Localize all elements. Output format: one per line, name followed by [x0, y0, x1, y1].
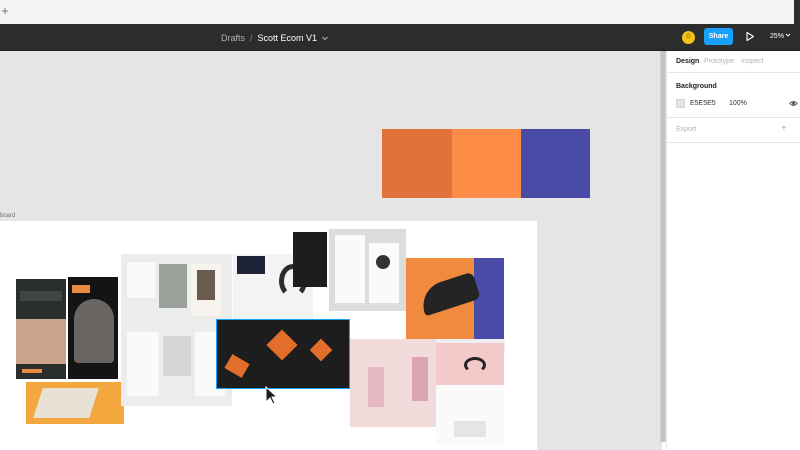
color-swatch-orange-dark[interactable] [382, 129, 452, 198]
toolbar: Drafts / Scott Ecom V1 [0, 24, 800, 51]
scrollbar-thumb[interactable] [661, 51, 665, 442]
eye-icon[interactable] [789, 99, 798, 108]
share-button[interactable]: Share [704, 28, 733, 45]
background-opacity-value[interactable]: 100% [729, 99, 747, 109]
panel-divider [667, 117, 800, 118]
chevron-down-icon [785, 33, 791, 37]
breadcrumb: Drafts / Scott Ecom V1 [221, 31, 329, 45]
mockup-portrait-app[interactable] [68, 277, 118, 379]
mockup-laptop-scene[interactable] [26, 382, 124, 424]
mockup-fashion-app[interactable] [350, 339, 436, 427]
tab-inspect[interactable]: Inspect [741, 57, 764, 67]
tab-prototype[interactable]: Prototype [704, 57, 734, 67]
chevron-down-icon[interactable] [321, 34, 329, 42]
new-tab-button[interactable]: + [0, 4, 10, 18]
zoom-level: 25% [770, 33, 785, 40]
cursor-arrow-icon [265, 386, 279, 405]
avatar-initial: G [686, 34, 691, 40]
tab-design[interactable]: Design [676, 57, 699, 67]
breadcrumb-separator: / [250, 33, 253, 43]
tab-strip: + [0, 0, 800, 24]
export-section-title: Export [676, 126, 697, 133]
color-swatch-indigo[interactable] [521, 129, 590, 198]
mockup-speaker-panel[interactable] [293, 232, 327, 287]
properties-panel: Design Prototype Inspect Background E5E5… [666, 51, 800, 450]
frame-label[interactable]: board [0, 212, 15, 220]
panel-divider [667, 142, 800, 143]
color-swatch-orange-light[interactable] [452, 129, 521, 198]
background-hex-value[interactable]: E5E5E5 [690, 99, 716, 109]
plus-icon[interactable]: + [781, 124, 787, 134]
canvas[interactable]: board [0, 51, 662, 450]
mockup-sleep-app[interactable] [16, 279, 66, 379]
moodboard-frame[interactable] [0, 221, 537, 450]
panel-tabs: Design Prototype Inspect [667, 51, 800, 73]
file-name[interactable]: Scott Ecom V1 [258, 33, 318, 43]
background-color-chip[interactable] [676, 99, 685, 108]
breadcrumb-project[interactable]: Drafts [221, 33, 245, 43]
background-fill-row[interactable]: E5E5E5 100% [676, 98, 798, 110]
mockup-headphones-article[interactable] [436, 343, 504, 445]
background-section-title: Background [676, 83, 717, 90]
play-icon[interactable] [745, 31, 755, 42]
figma-window: + Drafts / Scott Ecom V1 G Share 25% board [0, 0, 800, 450]
mockup-sneaker-dark-selected[interactable] [216, 319, 350, 389]
avatar[interactable]: G [682, 31, 695, 44]
zoom-dropdown[interactable]: 25% [770, 31, 791, 42]
mockup-sneaker-orange[interactable] [406, 258, 504, 339]
window-edge [794, 0, 800, 24]
mockup-kettle-shop[interactable] [329, 229, 406, 311]
